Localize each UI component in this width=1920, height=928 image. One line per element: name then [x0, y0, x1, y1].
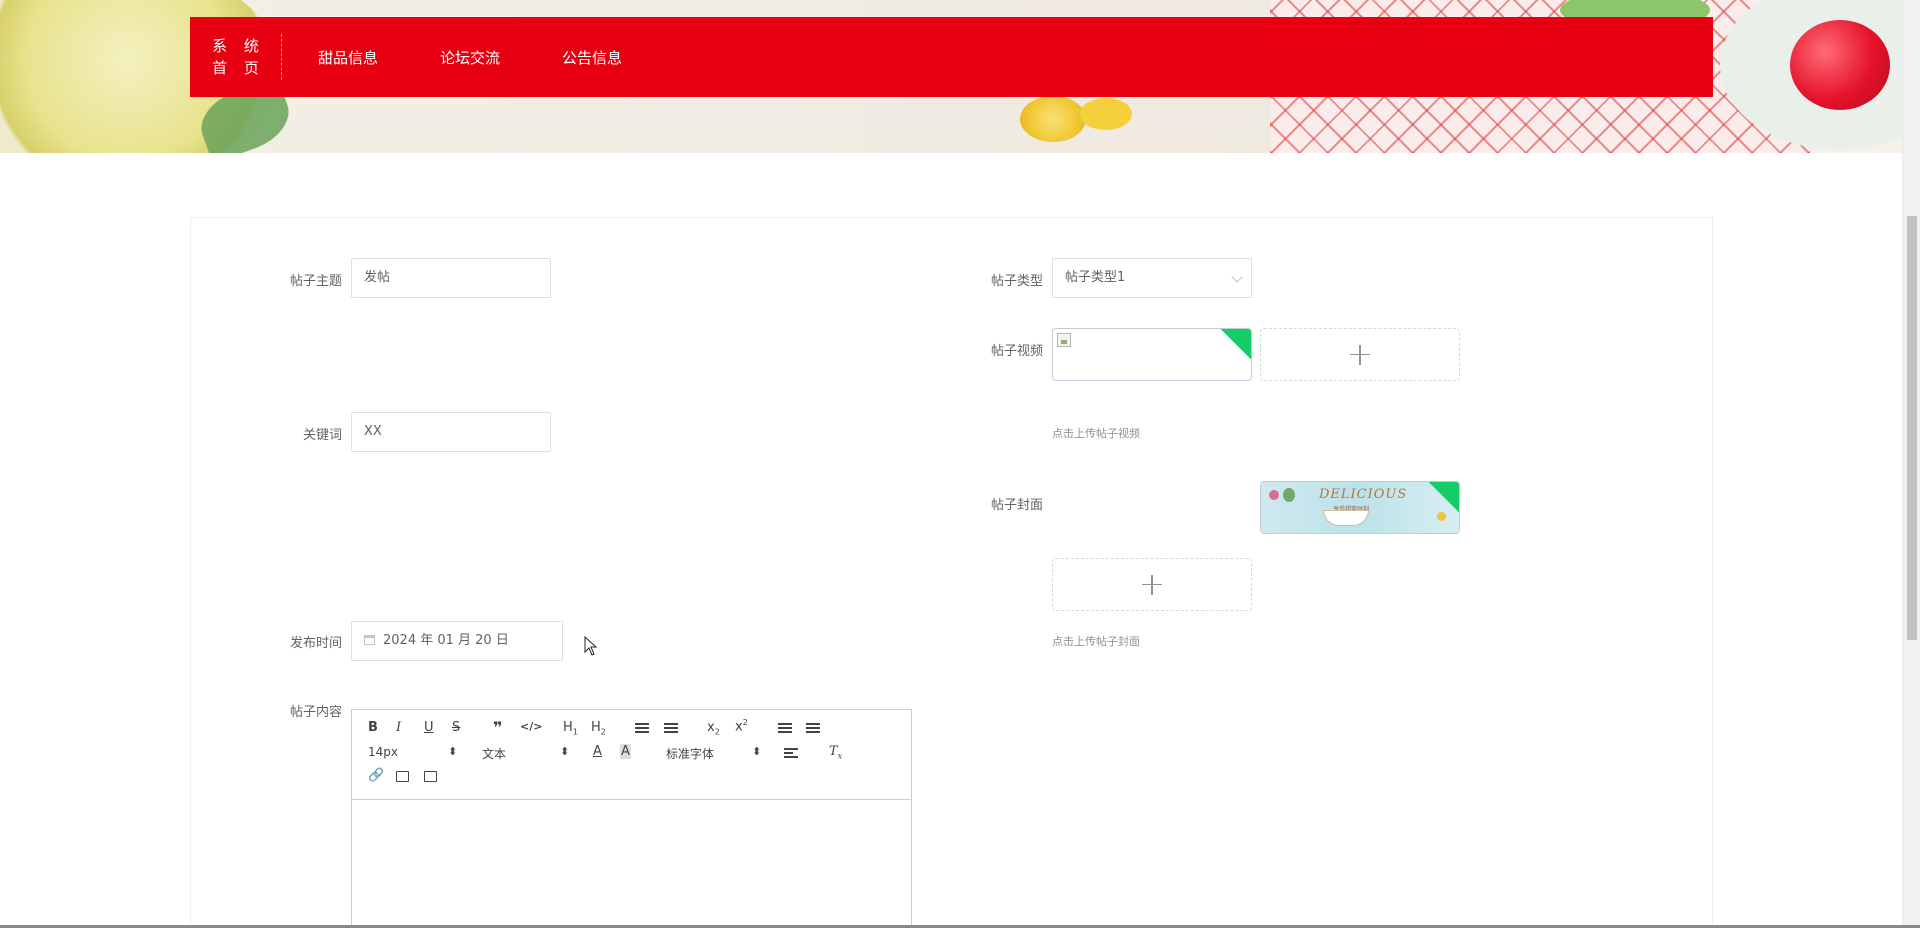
strike-button[interactable]: S [452, 720, 460, 735]
cover-upload-tip: 点击上传帖子封面 [1052, 635, 1140, 648]
keyword-label: 关键词 [302, 428, 342, 443]
cover-image-title: DELICIOUS [1319, 487, 1408, 502]
calendar-icon [364, 635, 375, 645]
italic-button[interactable]: I [396, 720, 401, 735]
outdent-icon[interactable] [778, 723, 792, 733]
video-upload-button[interactable] [1260, 328, 1460, 381]
heading1-button[interactable]: H1 [563, 720, 578, 737]
video-icon[interactable] [424, 771, 437, 782]
cover-uploaded-item[interactable]: DELICIOUS 享受甜蜜时刻 [1260, 481, 1460, 534]
ordered-list-icon[interactable] [635, 723, 649, 733]
mouse-cursor-icon [584, 636, 598, 656]
scrollbar-thumb[interactable] [1907, 216, 1917, 640]
underline-button[interactable]: U [424, 720, 434, 735]
font-color-icon[interactable]: A [593, 744, 602, 759]
background-color-icon[interactable]: A [620, 744, 631, 759]
nav-home[interactable]: 系 统 首 页 [190, 34, 282, 80]
superscript-button[interactable]: x2 [735, 718, 748, 734]
nav-item-forum[interactable]: 论坛交流 [440, 47, 500, 68]
video-label: 帖子视频 [990, 344, 1043, 359]
nav-item-notices[interactable]: 公告信息 [562, 47, 622, 68]
cover-decor [1269, 490, 1279, 500]
cover-decor [1283, 488, 1295, 502]
subscript-button[interactable]: x2 [707, 720, 720, 737]
title-label: 帖子主题 [289, 274, 342, 289]
date-value: 2024 年 01 月 20 日 [383, 633, 509, 648]
type-select-value: 帖子类型1 [1065, 270, 1126, 285]
banner-lemon-slice [1080, 98, 1132, 130]
cover-cup [1323, 510, 1369, 526]
rich-text-editor: B I U S ❞ </> H1 H2 x2 x2 14px 文本 A A 标准… [351, 709, 912, 928]
video-upload-tip: 点击上传帖子视频 [1052, 427, 1140, 440]
chevron-down-icon [1231, 271, 1243, 283]
link-icon[interactable]: 🔗 [368, 768, 384, 783]
banner-lemon-slice [1020, 96, 1086, 142]
cover-label: 帖子封面 [990, 498, 1043, 513]
type-label: 帖子类型 [990, 274, 1043, 289]
bold-button[interactable]: B [368, 720, 378, 735]
font-family-select[interactable]: 标准字体 [666, 745, 761, 762]
heading2-button[interactable]: H2 [591, 720, 606, 737]
cover-upload-button[interactable] [1052, 558, 1252, 611]
content-label: 帖子内容 [289, 705, 342, 720]
bullet-list-icon[interactable] [664, 723, 678, 733]
quote-icon[interactable]: ❞ [493, 718, 502, 737]
title-input[interactable]: 发帖 [351, 258, 551, 298]
editor-toolbar: B I U S ❞ </> H1 H2 x2 x2 14px 文本 A A 标准… [352, 710, 911, 800]
date-label: 发布时间 [289, 636, 342, 651]
plus-icon [1142, 574, 1162, 595]
plus-icon [1350, 344, 1370, 365]
image-icon[interactable] [396, 771, 409, 782]
cover-decor [1437, 512, 1446, 521]
nav-item-desserts[interactable]: 甜品信息 [318, 47, 378, 68]
nav-home-line2: 首 页 [212, 59, 265, 77]
banner-cherry [1790, 20, 1890, 110]
upload-success-corner [1219, 329, 1251, 361]
keyword-input[interactable]: XX [351, 412, 551, 452]
broken-image-icon [1057, 333, 1071, 347]
main-nav: 系 统 首 页 甜品信息 论坛交流 公告信息 [190, 17, 1713, 97]
video-uploaded-item[interactable] [1052, 328, 1252, 381]
nav-home-line1: 系 统 [212, 37, 265, 55]
clear-format-icon[interactable]: Tx [829, 744, 842, 761]
indent-icon[interactable] [806, 723, 820, 733]
cover-thumbnail: DELICIOUS 享受甜蜜时刻 [1261, 482, 1459, 533]
date-picker[interactable]: 2024 年 01 月 20 日 [351, 621, 563, 661]
editor-content-area[interactable] [352, 800, 911, 928]
font-size-select[interactable]: 14px [368, 745, 457, 759]
page-scrollbar[interactable] [1902, 0, 1920, 928]
code-icon[interactable]: </> [520, 720, 542, 733]
type-select[interactable]: 帖子类型1 [1052, 258, 1252, 298]
align-icon[interactable] [784, 748, 798, 758]
header-select[interactable]: 文本 [482, 745, 569, 762]
